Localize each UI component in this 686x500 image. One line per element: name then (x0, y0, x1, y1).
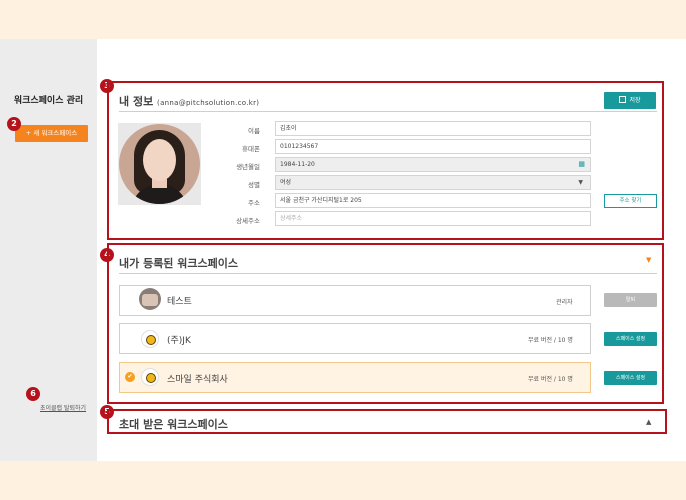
my-workspaces-divider (119, 273, 657, 274)
space-settings-button[interactable]: 스페이스 설정 (604, 371, 657, 385)
address-search-button[interactable]: 주소 찾기 (604, 194, 657, 208)
invited-workspaces-title: 초대 받은 워크스페이스 (119, 418, 228, 431)
my-workspaces-title: 내가 등록된 워크스페이스 (119, 257, 238, 270)
address-detail-field[interactable]: 상세주소 (275, 211, 591, 226)
annotation-badge-2: 2 (7, 117, 21, 131)
workspace-avatar-test (139, 288, 161, 310)
new-workspace-button[interactable]: + 새 워크스페이스 (15, 125, 88, 142)
profile-photo-frame[interactable] (118, 123, 201, 205)
top-band (0, 0, 686, 39)
my-info-title: 내 정보 (anna@pitchsolution.co.kr) (119, 93, 259, 109)
workspace-name: 테스트 (167, 297, 192, 307)
my-info-email: (anna@pitchsolution.co.kr) (157, 99, 260, 107)
birth-label: 생년월일 (236, 163, 260, 171)
my-info-divider (119, 111, 657, 112)
leave-service-link[interactable]: 초이클랩 탈퇴하기 (40, 403, 86, 412)
name-label: 이름 (248, 127, 260, 135)
workspace-plan: 무료 버전 / 10 명 (528, 337, 573, 344)
collapse-down-icon[interactable]: ▼ (646, 256, 651, 264)
workspace-name: (주)JK (167, 336, 191, 346)
save-button[interactable]: 저장 (604, 92, 656, 109)
sidebar-title: 워크스페이스 관리 (13, 96, 84, 106)
phone-label: 휴대폰 (242, 145, 260, 153)
save-button-label: 저장 (629, 97, 641, 104)
expand-up-icon[interactable]: ▲ (646, 418, 651, 426)
chevron-down-icon: ▼ (578, 179, 583, 186)
birth-field[interactable]: 1984-11-20 ▦ (275, 157, 591, 172)
phone-field[interactable]: 0101234567 (275, 139, 591, 154)
leave-workspace-button[interactable]: 탈퇴 (604, 293, 657, 307)
address-field[interactable]: 서울 금천구 가산디지털1로 205 (275, 193, 591, 208)
workspace-plan: 무료 버전 / 10 명 (528, 376, 573, 383)
smile-icon (141, 368, 159, 386)
space-settings-button[interactable]: 스페이스 설정 (604, 332, 657, 346)
my-info-title-text: 내 정보 (119, 95, 154, 108)
gender-value: 여성 (280, 179, 292, 186)
birth-value: 1984-11-20 (280, 161, 315, 168)
profile-photo (119, 124, 200, 204)
gender-label: 성별 (248, 181, 260, 189)
save-icon (619, 96, 627, 103)
calendar-icon[interactable]: ▦ (578, 161, 585, 168)
workspace-name: 스마일 주식회사 (167, 375, 228, 385)
check-icon: ✔ (125, 372, 135, 382)
smile-icon (141, 330, 159, 348)
address-detail-label: 상세주소 (236, 217, 260, 225)
address-label: 주소 (248, 199, 260, 207)
name-field[interactable]: 김초이 (275, 121, 591, 136)
workspace-role: 관리자 (556, 299, 573, 306)
gender-select[interactable]: 여성 ▼ (275, 175, 591, 190)
annotation-badge-6: 6 (26, 387, 40, 401)
bottom-band (0, 461, 686, 500)
